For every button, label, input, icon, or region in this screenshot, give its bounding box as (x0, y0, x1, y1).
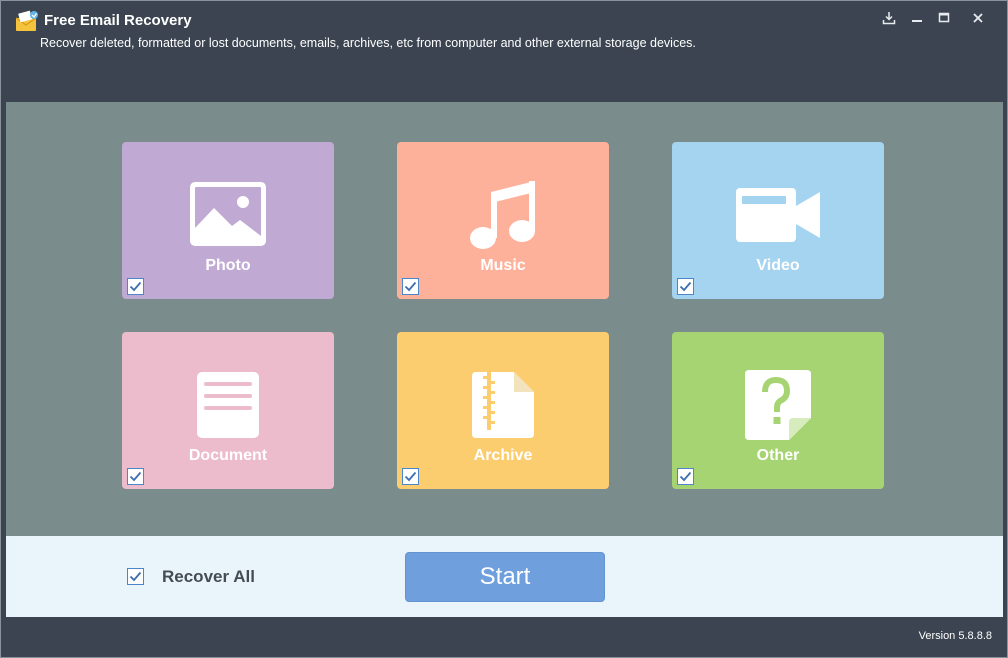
version-label: Version 5.8.8.8 (918, 630, 992, 642)
checkmark-icon (679, 471, 692, 482)
checkmark-icon (129, 281, 142, 292)
checkmark-icon (679, 281, 692, 292)
close-icon (973, 13, 983, 23)
app-title: Free Email Recovery (44, 12, 192, 29)
category-checkbox[interactable] (402, 468, 419, 485)
category-label: Video (756, 257, 800, 274)
checkmark-icon (129, 571, 142, 582)
category-checkbox[interactable] (677, 278, 694, 295)
music-icon (469, 178, 537, 255)
category-tile-photo[interactable]: Photo (122, 142, 334, 299)
category-label: Photo (205, 257, 251, 274)
status-bar: Version 5.8.8.8 (6, 617, 1003, 655)
download-icon (882, 12, 896, 25)
question-icon (745, 370, 811, 445)
photo-icon (190, 182, 266, 251)
category-label: Archive (473, 447, 533, 464)
minimize-button[interactable] (905, 8, 929, 28)
checkmark-icon (404, 281, 417, 292)
download-button[interactable] (877, 8, 901, 28)
category-label: Document (188, 447, 268, 464)
minimize-icon (912, 20, 922, 22)
title-bar: Free Email Recovery Recover deleted, for… (6, 5, 1003, 102)
category-tile-other[interactable]: Other (672, 332, 884, 489)
action-bar: Recover All Start (6, 536, 1003, 617)
category-checkbox[interactable] (402, 278, 419, 295)
category-label: Music (480, 257, 526, 274)
category-panel: Photo Music Video Document Archive Other (6, 102, 1003, 536)
category-tile-archive[interactable]: Archive (397, 332, 609, 489)
category-label: Other (756, 447, 800, 464)
maximize-button[interactable] (932, 8, 956, 28)
category-tile-music[interactable]: Music (397, 142, 609, 299)
recover-all-checkbox[interactable] (127, 568, 144, 585)
app-subtitle: Recover deleted, formatted or lost docum… (40, 36, 696, 50)
checkmark-icon (129, 471, 142, 482)
category-tile-document[interactable]: Document (122, 332, 334, 489)
app-logo-icon (15, 10, 39, 32)
category-tile-video[interactable]: Video (672, 142, 884, 299)
maximize-icon (938, 12, 950, 23)
app-window: Free Email Recovery Recover deleted, for… (0, 0, 1008, 658)
close-button[interactable] (966, 8, 990, 28)
category-checkbox[interactable] (127, 468, 144, 485)
category-checkbox[interactable] (127, 278, 144, 295)
checkmark-icon (404, 471, 417, 482)
category-checkbox[interactable] (677, 468, 694, 485)
start-button[interactable]: Start (405, 552, 605, 602)
recover-all-label[interactable]: Recover All (162, 567, 255, 587)
document-icon (197, 372, 259, 443)
archive-icon (472, 372, 534, 443)
video-icon (736, 188, 820, 247)
